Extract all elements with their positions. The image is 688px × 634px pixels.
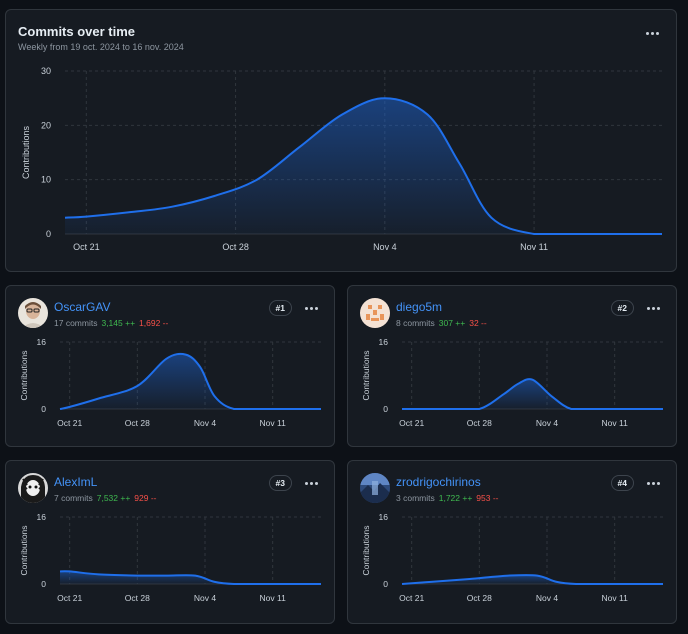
x-tick-label: Nov 11 [602,418,629,428]
y-tick-label: 0 [41,404,46,414]
x-tick-label: Oct 28 [222,242,249,252]
contributor-chart: Oct 21 Oct 28 Nov 4 Nov 11 0 16 Contributions [361,512,663,603]
user-photo-icon [18,473,48,503]
more-options-icon[interactable] [642,474,664,492]
identicon-icon [360,298,390,328]
rank-badge: #2 [610,300,634,316]
commit-count[interactable]: 3 commits [396,493,435,503]
x-tick-label: Oct 21 [399,593,424,603]
x-tick-label: Nov 4 [536,418,558,428]
contributor-name-link[interactable]: AlexImL [54,475,97,489]
deletions-count: 953 -- [476,493,499,503]
x-tick-label: Nov 4 [194,418,216,428]
series-area [65,98,662,234]
avatar[interactable] [18,298,48,328]
y-tick-label: 16 [37,512,47,522]
contributor-chart: Oct 21 Oct 28 Nov 4 Nov 11 0 16 Contributions [361,337,663,428]
y-tick-label: 0 [383,579,388,589]
contributor-stats: 3 commits 1,722 ++ 953 -- [396,493,499,503]
contributor-name-link[interactable]: zrodrigochirinos [396,475,481,489]
contributor-stats: 17 commits 3,145 ++ 1,692 -- [54,318,168,328]
contributor-chart: Oct 21 Oct 28 Nov 4 Nov 11 0 16 Contributions [19,337,321,428]
y-tick-label: 0 [46,229,51,239]
series-area [60,353,321,409]
x-tick-label: Oct 28 [125,418,150,428]
series-area [402,575,663,584]
y-tick-label: 20 [41,120,51,130]
y-axis-label: Contributions [19,525,29,575]
x-tick-label: Oct 21 [57,418,82,428]
deletions-count: 1,692 -- [139,318,169,328]
rank-badge: #4 [610,475,634,491]
x-tick-label: Oct 21 [73,242,100,252]
contributor-card: OscarGAV 17 commits 3,145 ++ 1,692 -- #1 O… [5,285,335,447]
additions-count: 7,532 ++ [96,493,131,503]
x-tick-label: Nov 11 [520,242,548,252]
user-photo-icon [360,473,390,503]
contributor-name-link[interactable]: diego5m [396,300,442,314]
more-options-icon[interactable] [641,24,663,42]
commits-chart: Oct 21 Oct 28 Nov 4 Nov 11 0 10 20 30 Contributi… [21,66,662,252]
y-tick-label: 0 [41,579,46,589]
commit-count[interactable]: 17 commits [54,318,97,328]
contributor-card: diego5m 8 commits 307 ++ 32 -- #2 Oct 21 Oc… [347,285,677,447]
x-tick-label: Nov 11 [260,593,287,603]
x-tick-label: Nov 4 [536,593,558,603]
commit-count[interactable]: 8 commits [396,318,435,328]
contributor-stats: 8 commits 307 ++ 32 -- [396,318,487,328]
y-tick-label: 30 [41,66,51,76]
additions-count: 1,722 ++ [438,493,473,503]
additions-count: 3,145 ++ [101,318,136,328]
y-axis-label: Contributions [361,350,371,400]
y-tick-label: 10 [41,175,51,185]
contributor-card: AlexImL 7 commits 7,532 ++ 929 -- #3 Oct 2… [5,460,335,624]
y-axis-label: Contributions [361,525,371,575]
more-options-icon[interactable] [300,474,322,492]
y-tick-label: 16 [37,337,47,347]
x-tick-label: Oct 28 [467,418,492,428]
y-tick-label: 16 [379,512,389,522]
deletions-count: 929 -- [134,493,157,503]
contributor-chart: Oct 21 Oct 28 Nov 4 Nov 11 0 16 Contributions [19,512,321,603]
more-options-icon[interactable] [300,299,322,317]
x-tick-label: Nov 11 [260,418,287,428]
avatar[interactable] [18,473,48,503]
series-area [402,379,663,409]
x-tick-label: Oct 21 [399,418,424,428]
x-tick-label: Nov 4 [373,242,397,252]
series-area [60,571,321,584]
y-axis-label: Contributions [19,350,29,400]
user-photo-icon [18,298,48,328]
y-tick-label: 0 [383,404,388,414]
y-axis-label: Contributions [21,125,31,179]
panel-subtitle: Weekly from 19 oct. 2024 to 16 nov. 2024 [18,42,184,52]
avatar[interactable] [360,473,390,503]
x-tick-label: Oct 28 [467,593,492,603]
y-tick-label: 16 [379,337,389,347]
contributor-card: zrodrigochirinos 3 commits 1,722 ++ 953 --… [347,460,677,624]
additions-count: 307 ++ [438,318,466,328]
commits-over-time-panel: Commits over time Weekly from 19 oct. 20… [5,9,677,272]
deletions-count: 32 -- [469,318,487,328]
more-options-icon[interactable] [642,299,664,317]
rank-badge: #3 [268,475,292,491]
contributor-stats: 7 commits 7,532 ++ 929 -- [54,493,157,503]
panel-title: Commits over time [18,24,136,39]
avatar[interactable] [360,298,390,328]
commit-count[interactable]: 7 commits [54,493,93,503]
x-tick-label: Nov 11 [602,593,629,603]
x-tick-label: Nov 4 [194,593,216,603]
contributor-name-link[interactable]: OscarGAV [54,300,110,314]
x-tick-label: Oct 28 [125,593,150,603]
rank-badge: #1 [268,300,292,316]
x-tick-label: Oct 21 [57,593,82,603]
